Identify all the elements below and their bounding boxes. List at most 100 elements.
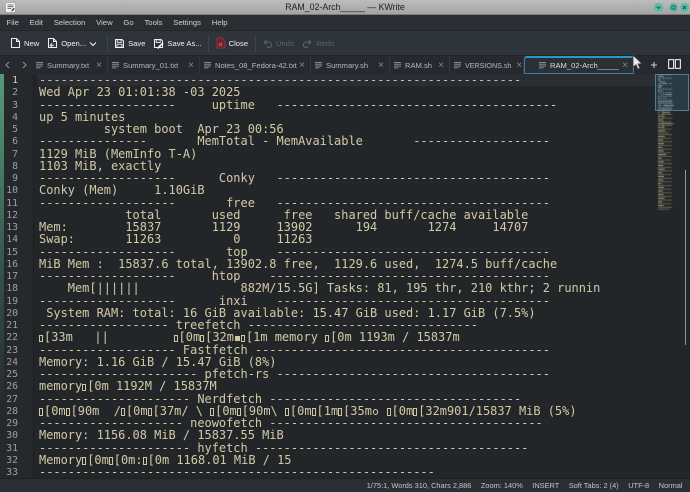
escape-char-box bbox=[210, 408, 214, 416]
menu-edit[interactable]: Edit bbox=[24, 15, 48, 31]
document-icon bbox=[314, 61, 323, 70]
split-view-icon[interactable] bbox=[668, 56, 681, 74]
status-tabs[interactable]: Soft Tabs: 2 (4) bbox=[569, 481, 619, 490]
tab-close-icon[interactable]: × bbox=[436, 60, 449, 71]
status-highlight[interactable]: Normal bbox=[659, 481, 683, 490]
code-line: Conky (Mem) 1.10GiB bbox=[39, 184, 679, 196]
document-icon bbox=[111, 61, 120, 70]
redo-button[interactable]: Redo bbox=[298, 33, 338, 54]
document-icon bbox=[538, 61, 547, 70]
new-label: New bbox=[24, 39, 39, 48]
code-line: ------------------- free ---------------… bbox=[39, 197, 679, 209]
tab-close-icon[interactable]: × bbox=[297, 60, 310, 71]
open-label: Open... bbox=[61, 39, 86, 48]
minimize-button[interactable] bbox=[654, 3, 663, 12]
line-number: 29 bbox=[0, 418, 18, 429]
editor-area[interactable]: 1234567891011121314151617181920212223242… bbox=[0, 74, 690, 478]
save-button[interactable]: Save bbox=[110, 33, 149, 54]
status-zoom[interactable]: Zoom: 140% bbox=[481, 481, 523, 490]
code-line: Mem[|||||| 882M/15.5G] Tasks: 81, 195 th… bbox=[39, 282, 679, 294]
code-line: ----------------------------------------… bbox=[39, 466, 679, 478]
tab-close-icon[interactable]: × bbox=[376, 60, 389, 71]
menu-go[interactable]: Go bbox=[118, 15, 139, 31]
line-number-gutter: 1234567891011121314151617181920212223242… bbox=[0, 74, 33, 478]
escape-char-box bbox=[325, 335, 329, 343]
new-icon bbox=[10, 37, 21, 49]
escape-char-box bbox=[66, 408, 70, 416]
tab-label: Summary.txt bbox=[47, 61, 89, 70]
code-line: ------------------- Fastfetch ----------… bbox=[39, 344, 679, 356]
escape-char-box bbox=[387, 408, 391, 416]
new-tab-icon[interactable] bbox=[650, 56, 658, 74]
tab-Notes_08_Fedora-42.txt[interactable]: Notes_08_Fedora-42.txt× bbox=[200, 56, 311, 74]
icon-border-gradient bbox=[0, 74, 4, 404]
new-button[interactable]: New bbox=[6, 33, 43, 54]
escape-char-box bbox=[39, 335, 43, 343]
code-line: 1129 MiB (MemInfo T-A) bbox=[39, 148, 679, 160]
undo-button[interactable]: Undo bbox=[258, 33, 298, 54]
menu-file[interactable]: File bbox=[0, 15, 24, 31]
document-icon bbox=[453, 61, 462, 70]
tab-label: Summary_01.txt bbox=[123, 61, 178, 70]
titlebar[interactable]: RAM_02-Arch_____ — KWrite bbox=[0, 0, 690, 15]
redo-label: Redo bbox=[316, 39, 334, 48]
tab-label: RAM_02-Arch_____ bbox=[550, 61, 619, 70]
toolbar-separator bbox=[107, 35, 108, 52]
tab-VERSIONS.sh[interactable]: VERSIONS.sh× bbox=[450, 56, 524, 74]
escape-char-box bbox=[241, 335, 245, 343]
escape-char-box bbox=[109, 457, 113, 465]
tab-Summary_01.txt[interactable]: Summary_01.txt × bbox=[108, 56, 200, 74]
close-button[interactable] bbox=[680, 3, 689, 12]
close-label: Close bbox=[229, 39, 248, 48]
undo-label: Undo bbox=[276, 39, 294, 48]
close-button[interactable]: Close bbox=[212, 33, 252, 54]
menu-settings[interactable]: Settings bbox=[168, 15, 207, 31]
tab-prev-icon[interactable] bbox=[0, 56, 16, 74]
square-glyph bbox=[235, 336, 240, 341]
menu-selection[interactable]: Selection bbox=[48, 15, 90, 31]
tab-label: RAM.sh bbox=[405, 61, 432, 70]
code-line: --------------------- hyfetch ----------… bbox=[39, 442, 679, 454]
statusbar: 1/75:1, Words 310, Chars 2,886 Zoom: 140%… bbox=[0, 478, 690, 492]
escape-char-box bbox=[285, 408, 289, 416]
tab-Summary.txt[interactable]: Summary.txt × bbox=[32, 56, 108, 74]
tab-next-icon[interactable] bbox=[16, 56, 32, 74]
code-line: [33m || [0m[32m[1m memory [0m 1193m / 15… bbox=[39, 331, 679, 343]
tabbar: Summary.txt×Summary_01.txt×Notes_08_Fedo… bbox=[0, 56, 690, 74]
maximize-button[interactable] bbox=[669, 3, 678, 12]
mouse-cursor bbox=[632, 54, 644, 71]
tab-close-icon[interactable]: × bbox=[186, 60, 199, 71]
saveas-icon bbox=[153, 38, 164, 49]
menu-view[interactable]: View bbox=[91, 15, 118, 31]
document-icon bbox=[393, 61, 402, 70]
menu-help[interactable]: Help bbox=[206, 15, 233, 31]
line-number: 32 bbox=[0, 455, 18, 466]
escape-char-box bbox=[174, 335, 178, 343]
code-line: Wed Apr 23 01:01:38 -03 2025 bbox=[39, 86, 679, 98]
text-content[interactable]: ----------------------------------------… bbox=[39, 74, 679, 478]
code-line: --------------- MemTotal - MemAvailable … bbox=[39, 135, 679, 147]
tab-label: Summary.sh bbox=[326, 61, 368, 70]
tab-label: Notes_08_Fedora-42.txt bbox=[215, 61, 297, 70]
open-button[interactable]: Open... bbox=[43, 33, 104, 54]
open-dropdown-icon[interactable] bbox=[89, 34, 100, 52]
tab-Summary.sh[interactable]: Summary.sh × bbox=[311, 56, 390, 74]
status-encoding[interactable]: UTF-8 bbox=[628, 481, 649, 490]
tab-RAM_02-Arch_____[interactable]: RAM_02-Arch_____× bbox=[524, 56, 634, 74]
status-cursor-pos[interactable]: 1/75:1, Words 310, Chars 2,886 bbox=[367, 481, 472, 490]
saveas-label: Save As... bbox=[167, 39, 201, 48]
escape-char-box bbox=[148, 408, 152, 416]
tab-RAM.sh[interactable]: RAM.sh × bbox=[390, 56, 450, 74]
status-mode[interactable]: INSERT bbox=[532, 481, 559, 490]
undo-icon bbox=[262, 38, 273, 49]
window-title: RAM_02-Arch_____ — KWrite bbox=[0, 1, 690, 14]
escape-char-box bbox=[39, 408, 43, 416]
minimap-thumb[interactable] bbox=[655, 74, 689, 111]
menu-tools[interactable]: Tools bbox=[139, 15, 168, 31]
saveas-button[interactable]: Save As... bbox=[149, 33, 205, 54]
tab-close-icon[interactable]: × bbox=[94, 60, 107, 71]
line-number: 33 bbox=[0, 467, 18, 478]
toolbar: New Open... Save Save As... Close Undo Redo bbox=[0, 31, 690, 56]
redo-icon bbox=[302, 38, 313, 49]
escape-char-box bbox=[143, 457, 147, 465]
